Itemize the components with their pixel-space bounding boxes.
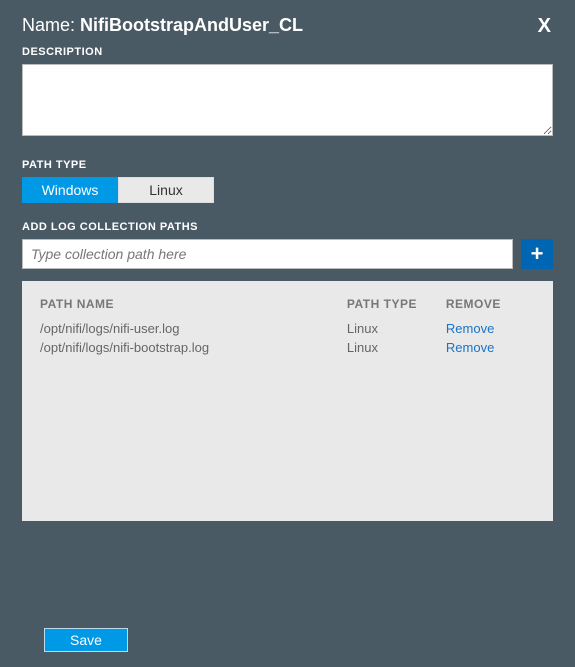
- save-button[interactable]: Save: [44, 628, 128, 652]
- table-row: /opt/nifi/logs/nifi-bootstrap.log Linux …: [40, 338, 535, 357]
- addpaths-label: ADD LOG COLLECTION PATHS: [22, 221, 553, 233]
- name-value: NifiBootstrapAndUser_CL: [80, 15, 303, 35]
- add-path-button[interactable]: +: [521, 239, 553, 269]
- paths-list-box: PATH NAME PATH TYPE REMOVE /opt/nifi/log…: [22, 281, 553, 521]
- name-label: Name:: [22, 15, 75, 35]
- cell-pathname: /opt/nifi/logs/nifi-bootstrap.log: [40, 338, 347, 357]
- table-row: /opt/nifi/logs/nifi-user.log Linux Remov…: [40, 319, 535, 338]
- config-panel: Name: NifiBootstrapAndUser_CL X DESCRIPT…: [0, 0, 575, 521]
- pathtype-toggle: Windows Linux: [22, 177, 553, 203]
- toggle-linux[interactable]: Linux: [118, 177, 214, 203]
- paths-table: PATH NAME PATH TYPE REMOVE /opt/nifi/log…: [40, 297, 535, 357]
- add-path-row: +: [22, 239, 553, 269]
- path-input[interactable]: [22, 239, 513, 269]
- remove-link[interactable]: Remove: [446, 340, 494, 355]
- toggle-windows[interactable]: Windows: [22, 177, 118, 203]
- cell-pathname: /opt/nifi/logs/nifi-user.log: [40, 319, 347, 338]
- cell-pathtype: Linux: [347, 338, 446, 357]
- col-remove: REMOVE: [446, 297, 535, 319]
- col-pathname: PATH NAME: [40, 297, 347, 319]
- description-label: DESCRIPTION: [22, 46, 553, 58]
- cell-pathtype: Linux: [347, 319, 446, 338]
- description-input[interactable]: [22, 64, 553, 136]
- col-pathtype: PATH TYPE: [347, 297, 446, 319]
- name-line: Name: NifiBootstrapAndUser_CL: [22, 15, 303, 36]
- remove-link[interactable]: Remove: [446, 321, 494, 336]
- close-button[interactable]: X: [536, 16, 553, 36]
- pathtype-label: PATH TYPE: [22, 159, 553, 171]
- panel-header: Name: NifiBootstrapAndUser_CL X: [22, 15, 553, 36]
